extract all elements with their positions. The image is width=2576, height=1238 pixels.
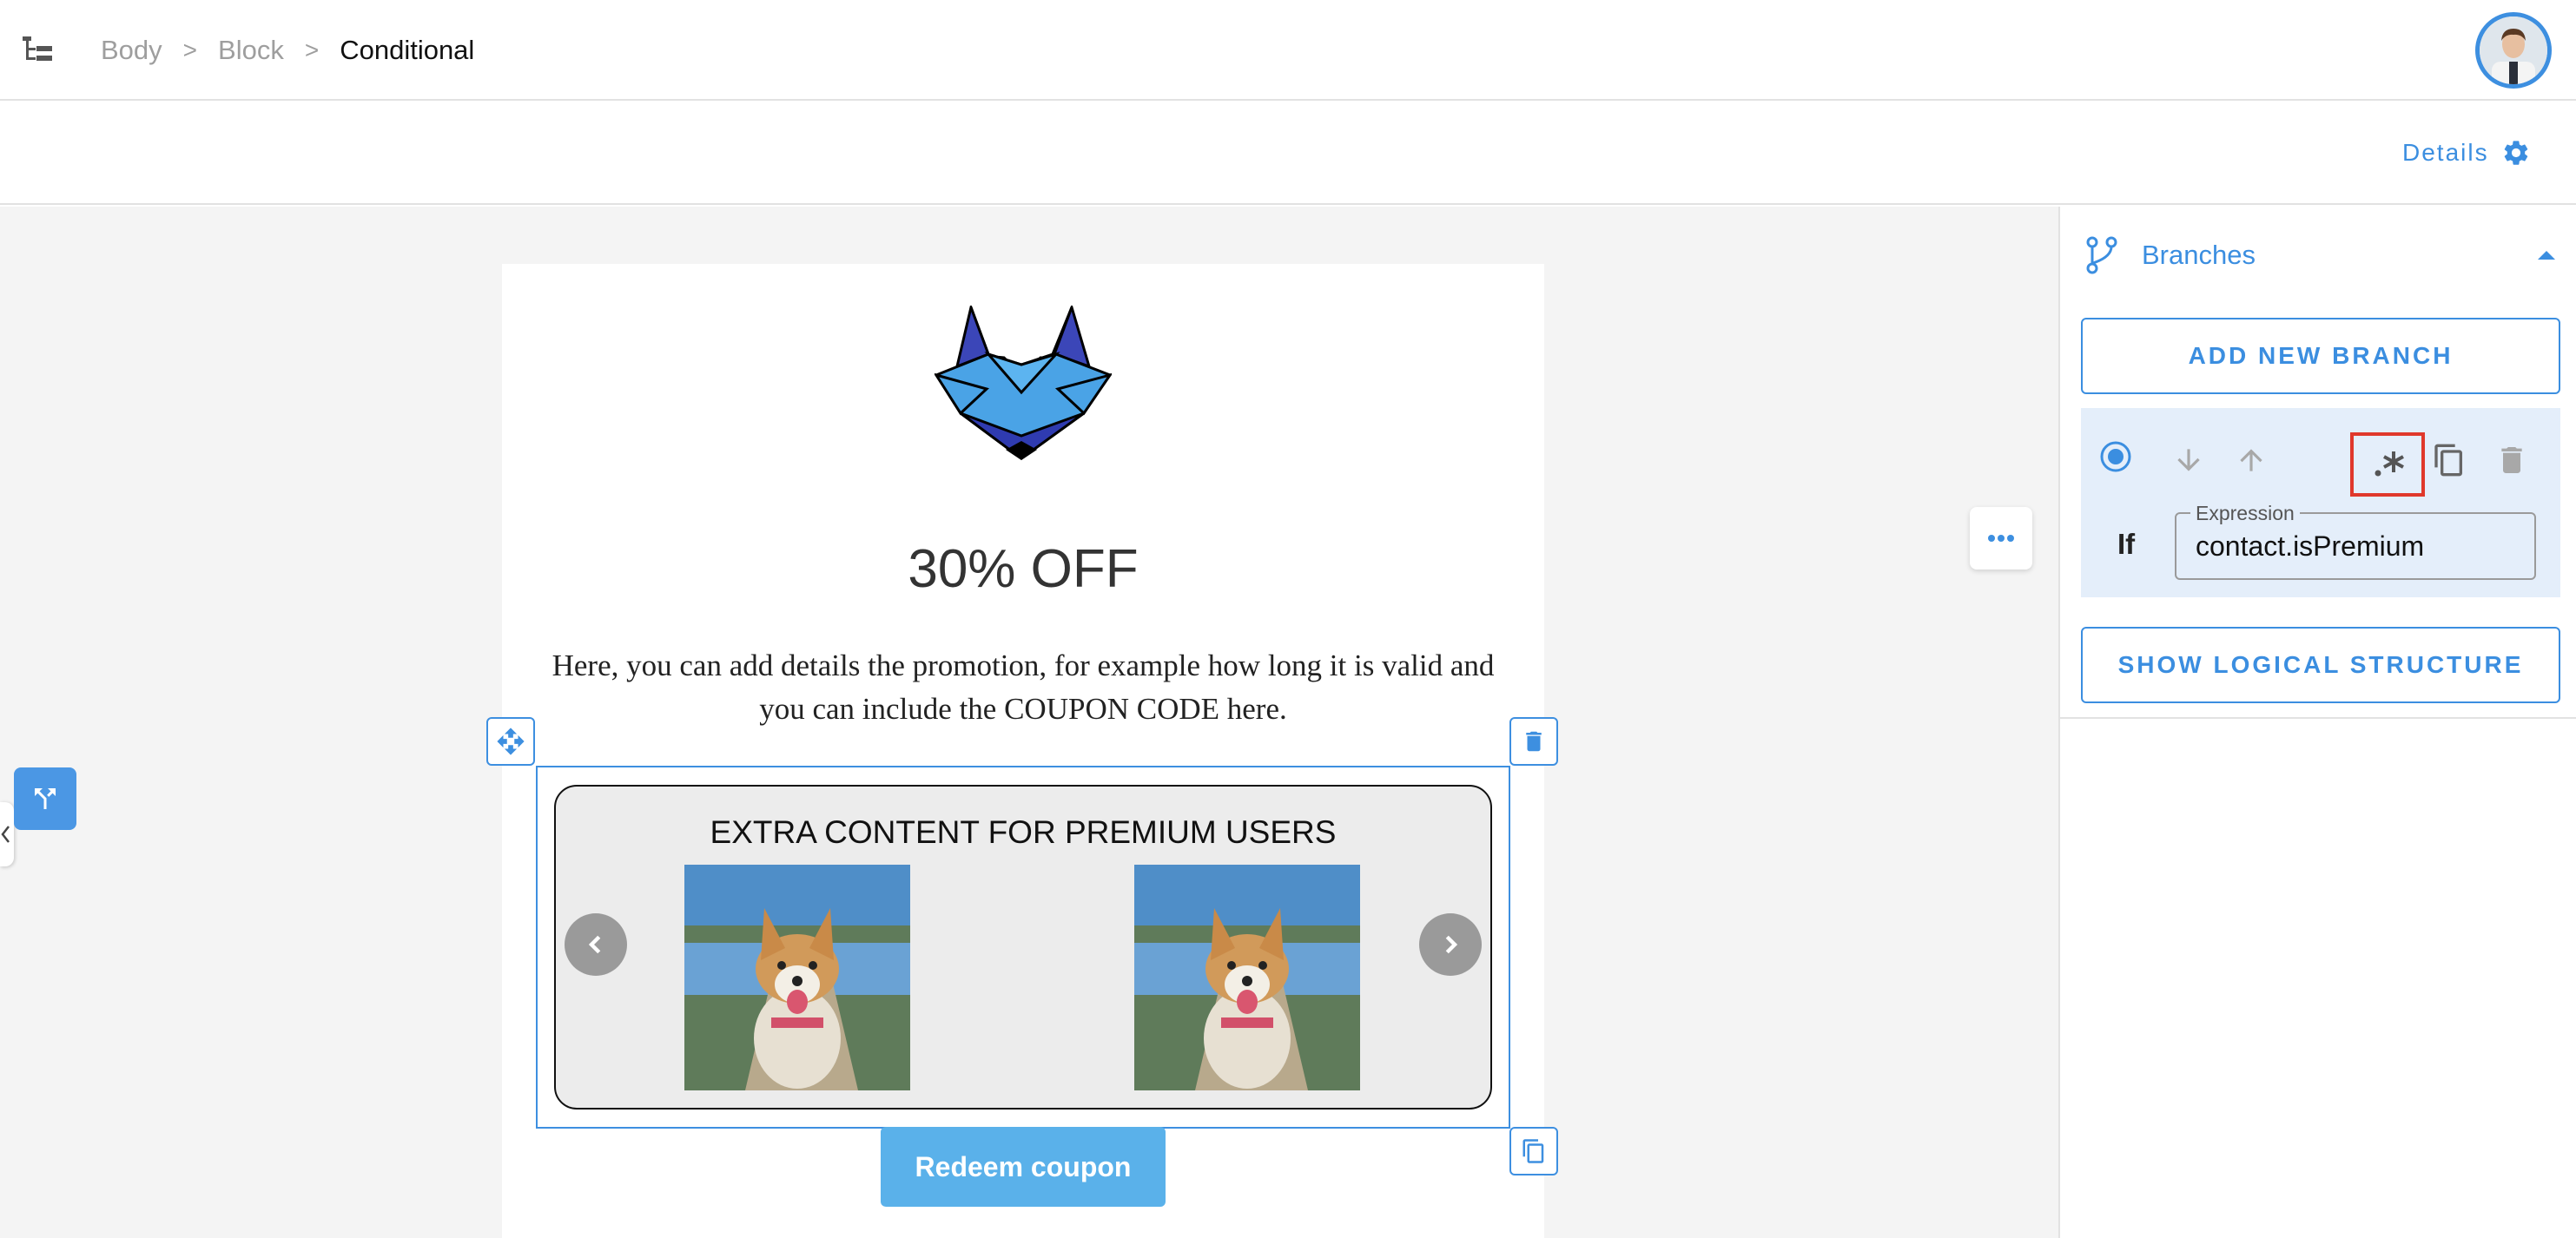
duplicate-branch-button[interactable] — [2427, 438, 2472, 483]
carousel-next-button[interactable] — [1419, 913, 1482, 976]
tree-icon[interactable] — [21, 33, 56, 68]
details-label: Details — [2402, 139, 2489, 166]
move-icon — [497, 728, 525, 755]
delete-block-button[interactable] — [1509, 717, 1558, 766]
chevron-up-icon[interactable] — [2536, 249, 2557, 261]
breadcrumb-current: Conditional — [340, 35, 475, 65]
radio-selected-icon — [2100, 441, 2131, 472]
breadcrumb: Body > Block > Conditional — [101, 33, 474, 68]
breadcrumb-item-body[interactable]: Body — [101, 35, 162, 66]
carousel-image — [1134, 865, 1360, 1090]
carousel-prev-button[interactable] — [565, 913, 627, 976]
gear-icon — [2504, 141, 2527, 165]
split-icon — [35, 788, 56, 809]
branch-select-radio[interactable] — [2093, 434, 2138, 479]
breadcrumb-item-block[interactable]: Block — [218, 35, 284, 66]
conditional-block-button[interactable] — [14, 767, 76, 830]
duplicate-block-button[interactable] — [1509, 1127, 1558, 1175]
arrow-down-icon — [2177, 449, 2200, 471]
more-options-button[interactable] — [1970, 507, 2032, 570]
carousel-title: EXTRA CONTENT FOR PREMIUM USERS — [710, 814, 1337, 850]
corgi-photo — [1134, 865, 1360, 1090]
regex-toggle-button[interactable] — [2366, 441, 2411, 486]
add-new-branch-button[interactable]: ADD NEW BRANCH — [2081, 318, 2560, 394]
if-label: If — [2117, 528, 2136, 560]
details-button[interactable]: Details — [2402, 135, 2531, 170]
trash-icon — [2501, 447, 2522, 473]
move-branch-up-button[interactable] — [2229, 438, 2274, 483]
arrow-up-icon — [2240, 449, 2262, 471]
copy-icon — [1522, 1139, 1544, 1163]
headline: 30% OFF — [908, 539, 1139, 599]
copy-icon — [2434, 444, 2462, 477]
move-branch-down-button[interactable] — [2166, 438, 2211, 483]
body-text: Here, you can add details the promotion,… — [552, 649, 1495, 726]
fox-logo-icon — [935, 306, 1112, 460]
delete-branch-button[interactable] — [2489, 438, 2534, 483]
trash-icon — [1526, 731, 1542, 752]
collapse-left-panel-tab[interactable] — [0, 802, 14, 866]
panel-divider — [2060, 717, 2576, 719]
carousel-image — [684, 865, 910, 1090]
secondary-toolbar — [0, 102, 2576, 205]
chevron-right-icon — [1445, 935, 1458, 954]
chevron-left-icon — [588, 935, 601, 954]
avatar[interactable] — [2475, 12, 2552, 89]
expression-input[interactable] — [2196, 526, 2526, 566]
show-logical-structure-button[interactable]: SHOW LOGICAL STRUCTURE — [2081, 627, 2560, 703]
branches-section-header[interactable]: Branches — [2084, 233, 2557, 278]
branches-title: Branches — [2142, 240, 2256, 270]
move-handle[interactable] — [486, 717, 535, 766]
corgi-photo — [684, 865, 910, 1090]
breadcrumb-separator: > — [304, 36, 320, 63]
breadcrumb-separator: > — [182, 36, 198, 63]
chevron-left-icon — [1, 826, 10, 843]
expression-label: Expression — [2190, 502, 2300, 525]
more-horizontal-icon — [1988, 535, 2014, 542]
user-avatar-icon — [2480, 16, 2547, 84]
regex-icon — [2375, 451, 2404, 477]
branch-icon — [2086, 236, 2117, 274]
redeem-coupon-button[interactable]: Redeem coupon — [881, 1127, 1166, 1207]
